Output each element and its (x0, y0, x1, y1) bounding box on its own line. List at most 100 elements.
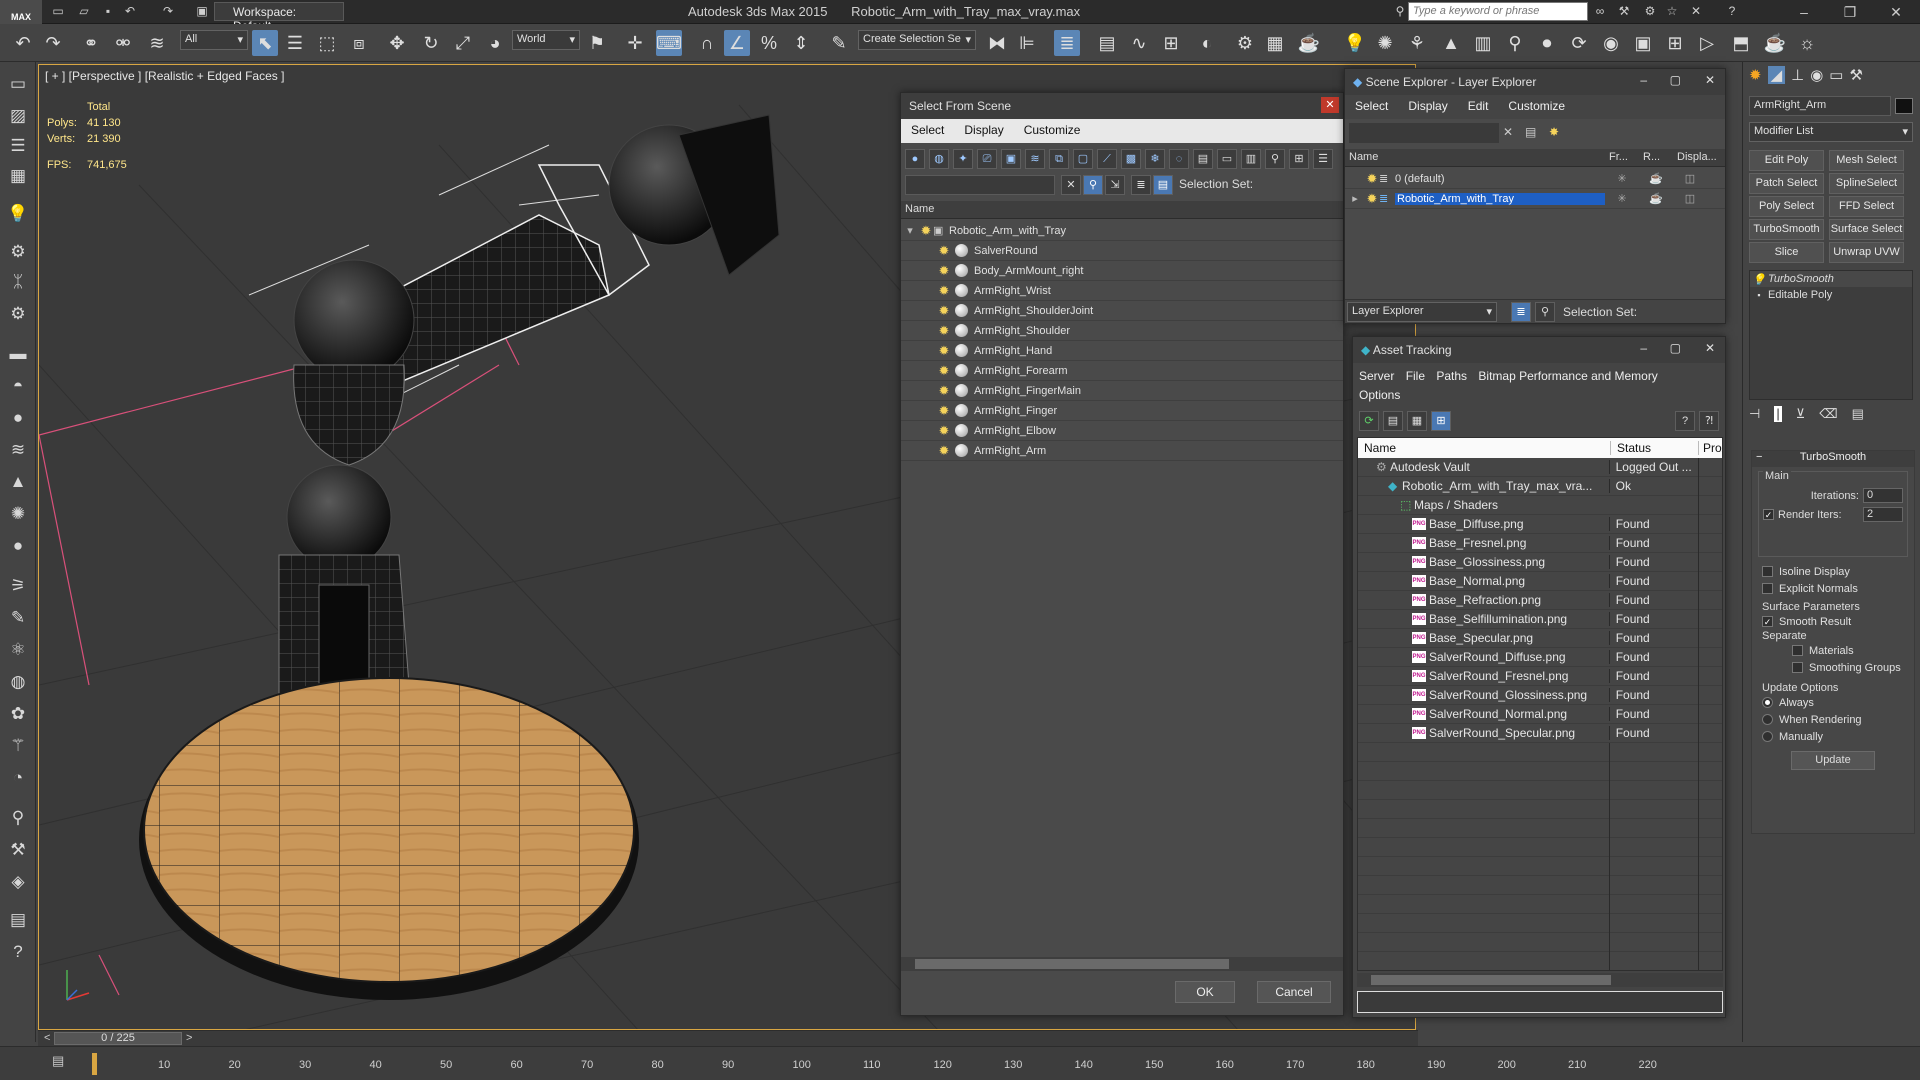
sphere-render-icon[interactable]: ◉ (1598, 30, 1624, 56)
app-logo[interactable]: MAX (0, 0, 42, 24)
percent-snap-icon[interactable]: % (756, 30, 782, 56)
scene-object-row[interactable]: ✹ Body_ArmMount_right (901, 261, 1343, 281)
asset-row[interactable]: PNG SalverRound_Specular.png Found (1358, 723, 1722, 743)
modify-tab-icon[interactable]: ◢ (1767, 66, 1786, 84)
exchange-icon[interactable]: ✕ (1688, 4, 1704, 18)
pivot-center-icon[interactable]: ⚑ (584, 30, 610, 56)
object-name-field[interactable]: ArmRight_Arm (1749, 96, 1891, 116)
ribbon-icon[interactable]: ≋ (6, 438, 30, 462)
redo-icon[interactable]: ↷ (40, 30, 66, 56)
column-frozen[interactable]: Fr... (1605, 149, 1639, 167)
display-xrefs-icon[interactable]: ▢ (1073, 149, 1093, 169)
time-slider-thumb[interactable]: 0 / 225 (54, 1032, 182, 1045)
grid-icon[interactable]: ⊞ (1662, 30, 1688, 56)
search-icon[interactable]: ⚲ (1392, 4, 1408, 18)
scrollbar-thumb[interactable] (915, 959, 1229, 969)
undo-icon[interactable]: ↶ (122, 4, 138, 18)
paint-icon[interactable]: ✎ (6, 606, 30, 630)
explicit-normals-checkbox[interactable] (1762, 583, 1773, 594)
collapse-icon[interactable]: ▾ (901, 224, 919, 237)
expand-icon[interactable]: ▸ (1345, 192, 1365, 205)
find-filter-icon[interactable]: ⚲ (1083, 175, 1103, 195)
hierarchy-tab-icon[interactable]: ⊥ (1791, 66, 1804, 84)
reference-coord-dropdown[interactable]: World (512, 30, 580, 50)
viewport-label[interactable]: [ + ] [Perspective ] [Realistic + Edged … (45, 69, 284, 83)
asset-row[interactable]: PNG Base_Diffuse.png Found (1358, 514, 1722, 534)
update-button[interactable]: Update (1791, 751, 1875, 770)
asset-row[interactable]: PNG SalverRound_Fresnel.png Found (1358, 666, 1722, 686)
region-icon[interactable]: ⬒ (1728, 30, 1754, 56)
refresh-icon[interactable]: ⟳ (1359, 411, 1379, 431)
turbosmooth-button[interactable]: TurboSmooth (1749, 219, 1824, 240)
column-proxy[interactable]: Prox (1698, 441, 1722, 455)
track-bar[interactable]: ▤ 10 20 30 40 50 60 70 80 90 100 110 120 130 140 150 16… (0, 1046, 1920, 1080)
remove-modifier-icon[interactable]: ⌫ (1819, 406, 1837, 422)
menu-select[interactable]: Select (1355, 99, 1388, 115)
cancel-button[interactable]: Cancel (1257, 981, 1331, 1003)
display-hidden-icon[interactable]: ◌ (1169, 149, 1189, 169)
asset-row[interactable]: PNG Base_Specular.png Found (1358, 628, 1722, 648)
network-icon[interactable]: ⚛ (6, 638, 30, 662)
render-teapot-icon[interactable]: ☕ (1639, 192, 1673, 205)
smoothing-groups-row[interactable]: Smoothing Groups (1762, 659, 1904, 676)
help-search-input[interactable]: Type a keyword or phrase (1408, 2, 1588, 21)
dome-icon[interactable]: ◓ (6, 374, 30, 398)
scene-object-row[interactable]: ✹ ArmRight_Wrist (901, 281, 1343, 301)
sort-icon[interactable]: ☰ (1313, 149, 1333, 169)
camera-icon[interactable]: ⏺ (1534, 30, 1560, 56)
freeze-icon[interactable]: ✳ (1605, 172, 1639, 185)
filter-icon[interactable]: ⚲ (1265, 149, 1285, 169)
asset-row[interactable]: PNG Base_Glossiness.png Found (1358, 552, 1722, 572)
hierarchy-icon[interactable]: ⊞ (1289, 149, 1309, 169)
keyboard-shortcut-icon[interactable]: ⌨ (656, 30, 682, 56)
add-to-layer-icon[interactable]: ✸ (1549, 125, 1559, 139)
smooth-result-checkbox[interactable]: ✓ (1762, 616, 1773, 627)
selection-filter-dropdown[interactable]: All (180, 30, 248, 50)
select-by-name-icon[interactable]: ☰ (282, 30, 308, 56)
display-spacewarps-icon[interactable]: ≋ (1025, 149, 1045, 169)
display-shapes-icon[interactable]: ◍ (929, 149, 949, 169)
modifier-list-dropdown[interactable]: Modifier List (1749, 122, 1913, 142)
cone-icon[interactable]: ▲ (6, 470, 30, 494)
isoline-display-row[interactable]: Isoline Display (1762, 563, 1904, 580)
column-status[interactable]: Status (1610, 441, 1698, 455)
asset-row[interactable]: PNG SalverRound_Diffuse.png Found (1358, 647, 1722, 667)
list-view-icon[interactable]: ▤ (1383, 411, 1403, 431)
bulb-icon[interactable]: 💡 (1750, 273, 1768, 286)
named-selection-dropdown[interactable]: Create Selection Se (858, 30, 976, 50)
select-place-icon[interactable]: ◕ (482, 30, 508, 56)
selection-set-icon[interactable]: ▤ (1153, 175, 1173, 195)
bulb-icon[interactable]: ✹ (1365, 191, 1379, 206)
minimize-icon[interactable]: – (1790, 2, 1818, 22)
leaf-icon[interactable]: ✿ (6, 702, 30, 726)
dna-icon[interactable]: ᛯ (6, 270, 30, 294)
scene-object-row[interactable]: ✹ ArmRight_ShoulderJoint (901, 301, 1343, 321)
bulb-icon[interactable]: 💡 (6, 202, 30, 226)
table-view-icon[interactable]: ▦ (1407, 411, 1427, 431)
save-icon[interactable]: ▪ (100, 4, 116, 18)
explicit-normals-row[interactable]: Explicit Normals (1762, 580, 1904, 597)
bulb-icon[interactable]: ✹ (937, 443, 951, 458)
texture-icon[interactable]: ◔ (6, 766, 30, 790)
frame-buffer-icon[interactable]: ▣ (1630, 30, 1656, 56)
mirror-icon[interactable]: ⧓ (984, 30, 1010, 56)
smoothing-groups-checkbox[interactable] (1792, 662, 1803, 673)
asset-row[interactable]: PNG Base_Normal.png Found (1358, 571, 1722, 591)
close-icon[interactable]: ✕ (1705, 341, 1715, 355)
material-editor-icon[interactable]: ◐ (1194, 30, 1220, 56)
materials-row[interactable]: Materials (1762, 642, 1904, 659)
bulb-icon[interactable]: ✹ (937, 363, 951, 378)
link-icon[interactable]: ⚭ (78, 30, 104, 56)
binoculars-icon[interactable]: ∞ (1592, 4, 1608, 18)
layer-row-robotic-arm[interactable]: ▸ ✹ ≣ Robotic_Arm_with_Tray ✳ ☕ ◫ (1345, 189, 1725, 209)
sun-icon[interactable]: ✺ (1372, 30, 1398, 56)
explorer-type-dropdown[interactable]: Layer Explorer (1347, 302, 1497, 322)
hf-icon[interactable]: ⚚ (6, 734, 30, 758)
when-rendering-row[interactable]: When Rendering (1762, 711, 1904, 728)
asset-row[interactable]: ◆ Robotic_Arm_with_Tray_max_vra... Ok (1358, 476, 1722, 496)
asset-row[interactable]: ⚙ Autodesk Vault Logged Out ... (1358, 457, 1722, 477)
move-icon[interactable]: ✥ (384, 30, 410, 56)
tools-icon[interactable]: ⚒ (1616, 4, 1632, 18)
menu-paths[interactable]: Paths (1436, 369, 1467, 383)
render-teapot-icon[interactable]: ☕ (1639, 172, 1673, 185)
